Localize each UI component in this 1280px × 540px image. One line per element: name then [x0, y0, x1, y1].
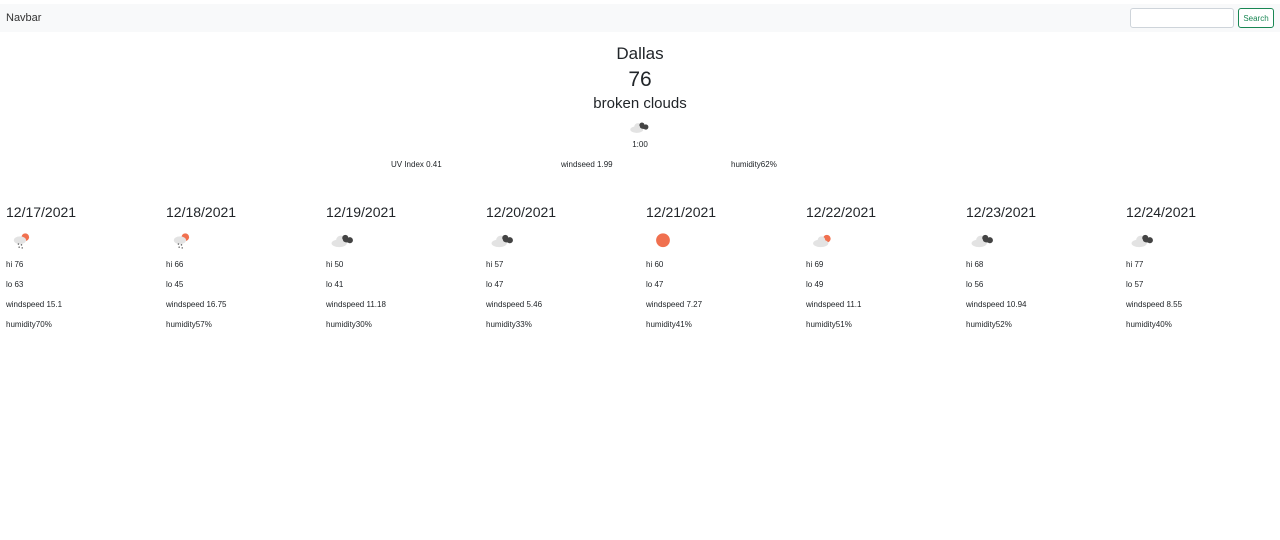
forecast-high: hi 77: [1126, 260, 1144, 269]
forecast-high: hi 68: [966, 260, 984, 269]
forecast-windspeed: windspeed 16.75: [166, 300, 227, 309]
broken-clouds-icon: [630, 122, 649, 133]
forecast-high: hi 69: [806, 260, 824, 269]
forecast-windspeed: windspeed 7.27: [646, 300, 703, 309]
forecast-humidity: humidity70%: [6, 320, 52, 329]
city-name: Dallas: [616, 44, 664, 63]
weather-description: broken clouds: [593, 95, 687, 112]
forecast-humidity: humidity33%: [486, 320, 532, 329]
navbar-brand[interactable]: Navbar: [6, 12, 41, 24]
forecast-high: hi 76: [6, 260, 24, 269]
forecast-high: hi 60: [646, 260, 664, 269]
forecast-high: hi 66: [166, 260, 184, 269]
broken-clouds-icon: [491, 234, 513, 248]
search-input[interactable]: [1130, 8, 1234, 28]
forecast-low: lo 56: [966, 280, 984, 289]
forecast-windspeed: windspeed 8.55: [1126, 300, 1183, 309]
forecast-date: 12/21/2021: [646, 204, 717, 220]
partly-cloudy-icon: [813, 234, 831, 248]
forecast-low: lo 49: [806, 280, 824, 289]
current-temperature: 76: [628, 68, 652, 91]
forecast-windspeed: windspeed 11.18: [326, 300, 386, 309]
forecast-low: lo 63: [6, 280, 24, 289]
clear-sun-icon: [656, 233, 670, 248]
current-humidity: humidity62%: [731, 160, 777, 169]
forecast-low: lo 47: [646, 280, 664, 289]
forecast-humidity: humidity40%: [1126, 320, 1172, 329]
forecast-windspeed: windspeed 11.1: [806, 300, 862, 309]
current-time: 1:00: [632, 140, 648, 149]
forecast-date: 12/20/2021: [486, 204, 557, 220]
broken-clouds-icon: [1131, 234, 1153, 248]
forecast-humidity: humidity30%: [326, 320, 372, 329]
forecast-high: hi 50: [326, 260, 344, 269]
forecast-windspeed: windspeed 10.94: [966, 300, 1027, 309]
forecast-windspeed: windspeed 5.46: [486, 300, 543, 309]
broken-clouds-icon: [971, 234, 993, 248]
forecast-low: lo 45: [166, 280, 184, 289]
rain-sun-icon: [173, 233, 190, 249]
forecast-date: 12/24/2021: [1126, 204, 1197, 220]
forecast-humidity: humidity51%: [806, 320, 852, 329]
search-button[interactable]: Search: [1238, 8, 1274, 28]
forecast-date: 12/23/2021: [966, 204, 1037, 220]
forecast-date: 12/19/2021: [326, 204, 397, 220]
rain-sun-icon: [13, 233, 30, 249]
forecast-low: lo 57: [1126, 280, 1144, 289]
forecast-humidity: humidity52%: [966, 320, 1012, 329]
broken-clouds-icon: [331, 234, 353, 248]
forecast-humidity: humidity57%: [166, 320, 212, 329]
forecast-date: 12/18/2021: [166, 204, 237, 220]
forecast-high: hi 57: [486, 260, 504, 269]
forecast-date: 12/22/2021: [806, 204, 877, 220]
navbar: Navbar Search: [0, 4, 1280, 32]
forecast-date: 12/17/2021: [6, 204, 77, 220]
uv-index: UV Index 0.41: [391, 160, 442, 169]
forecast-low: lo 41: [326, 280, 344, 289]
forecast-humidity: humidity41%: [646, 320, 692, 329]
current-windspeed: windseed 1.99: [561, 160, 613, 169]
forecast-windspeed: windspeed 15.1: [6, 300, 63, 309]
forecast-low: lo 47: [486, 280, 504, 289]
